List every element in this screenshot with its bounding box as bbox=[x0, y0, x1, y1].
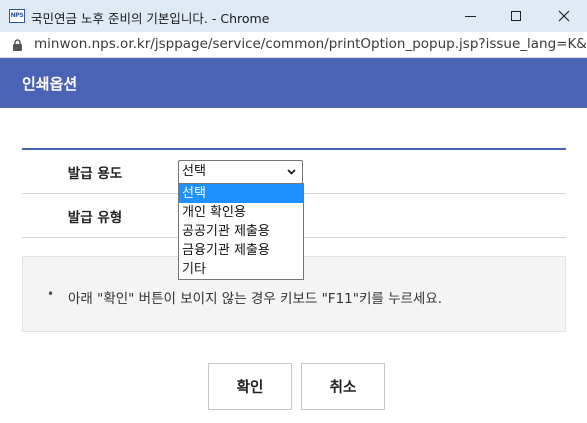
nps-favicon-icon: NPS bbox=[9, 9, 25, 23]
purpose-select-value: 선택 bbox=[182, 164, 206, 179]
dropdown-option-financial-agency[interactable]: 금융기관 제출용 bbox=[179, 241, 303, 260]
chevron-down-icon bbox=[287, 169, 296, 175]
purpose-select[interactable]: 선택 bbox=[178, 160, 303, 184]
url-text: minwon.nps.or.kr/jsppage/service/common/… bbox=[34, 36, 587, 52]
dropdown-option-personal[interactable]: 개인 확인용 bbox=[179, 203, 303, 222]
minimize-button[interactable] bbox=[447, 0, 493, 32]
minimize-icon bbox=[464, 15, 476, 17]
close-icon bbox=[558, 10, 570, 22]
dropdown-option-public-agency[interactable]: 공공기관 제출용 bbox=[179, 222, 303, 241]
close-window-button[interactable] bbox=[541, 0, 587, 32]
purpose-label: 발급 용도 bbox=[67, 165, 123, 182]
lock-icon bbox=[13, 39, 22, 51]
popup-title: 인쇄옵션 bbox=[22, 75, 78, 93]
address-bar[interactable]: minwon.nps.or.kr/jsppage/service/common/… bbox=[0, 32, 587, 58]
dropdown-option-other[interactable]: 기타 bbox=[179, 260, 303, 279]
notice-bullet: • bbox=[47, 287, 55, 301]
cancel-button[interactable]: 취소 bbox=[301, 363, 385, 410]
window-titlebar: NPS 국민연금 노후 준비의 기본입니다. - Chrome bbox=[0, 0, 587, 32]
notice-text: 아래 "확인" 버튼이 보이지 않는 경우 키보드 "F11"키를 누르세요. bbox=[68, 291, 443, 307]
popup-header: 인쇄옵션 bbox=[0, 58, 587, 108]
confirm-button[interactable]: 확인 bbox=[208, 363, 292, 410]
maximize-icon bbox=[511, 11, 521, 21]
dropdown-option-select[interactable]: 선택 bbox=[179, 184, 303, 203]
window-title: 국민연금 노후 준비의 기본입니다. - Chrome bbox=[31, 11, 270, 26]
type-label: 발급 유형 bbox=[67, 209, 123, 226]
purpose-dropdown-list: 선택 개인 확인용 공공기관 제출용 금융기관 제출용 기타 bbox=[178, 183, 304, 280]
maximize-button[interactable] bbox=[493, 0, 539, 32]
